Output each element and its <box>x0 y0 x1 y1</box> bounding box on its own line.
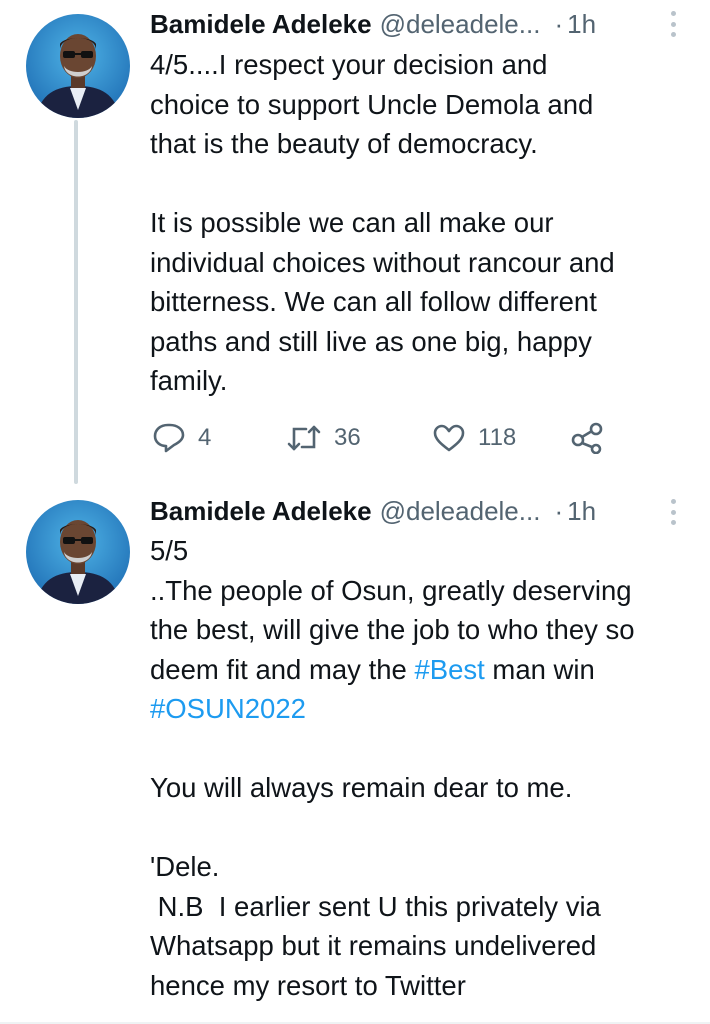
author-handle[interactable]: @deleadele... <box>380 496 541 527</box>
author-handle[interactable]: @deleadele... <box>380 9 541 40</box>
tweet-timestamp[interactable]: 1h <box>567 9 596 40</box>
text-line: family. <box>150 365 228 396</box>
text-line: ..The people of Osun, greatly deserving <box>150 574 632 606</box>
tweet-actions: 4 36 118 <box>150 418 630 458</box>
tweet-text: 5/5 ..The people of Osun, greatly deserv… <box>150 531 695 1005</box>
reply-icon <box>153 423 185 453</box>
tweet-header: Bamidele Adeleke @deleadele... · 1h <box>150 495 680 527</box>
tweet[interactable]: Bamidele Adeleke @deleadele... · 1h 4/5.… <box>0 0 710 484</box>
hashtag-link[interactable]: #Best <box>414 654 484 685</box>
tweet-text: 4/5....I respect your decision and choic… <box>150 45 695 401</box>
retweet-button[interactable]: 36 <box>286 418 361 458</box>
text-line <box>150 164 695 204</box>
text-line: hence my resort to Twitter <box>150 969 466 1001</box>
tweet[interactable]: Bamidele Adeleke @deleadele... · 1h 5/5 … <box>0 480 710 1024</box>
text-segment: deem fit and may the <box>150 653 415 685</box>
text-line: the best, will give the job to who they … <box>150 614 635 645</box>
text-line: #OSUN2022 <box>150 689 695 729</box>
more-icon[interactable] <box>670 499 676 525</box>
separator-dot: · <box>554 8 564 39</box>
reply-button[interactable]: 4 <box>152 418 211 458</box>
text-segment: man win <box>484 653 595 685</box>
text-line: You will always remain dear to me. <box>150 772 573 803</box>
tweet-timestamp[interactable]: 1h <box>567 496 596 527</box>
text-line: that is the beauty of democracy. <box>150 128 538 159</box>
author-name[interactable]: Bamidele Adeleke <box>150 9 372 40</box>
text-line: It is possible we can all make our <box>150 207 554 238</box>
retweet-icon <box>287 425 321 451</box>
retweet-count: 36 <box>334 424 361 451</box>
more-icon[interactable] <box>670 11 676 37</box>
reply-count: 4 <box>198 424 212 451</box>
separator-dot: · <box>554 495 564 526</box>
text-line: N.B I earlier sent U this privately via <box>150 890 601 922</box>
text-line: 4/5....I respect your decision and <box>150 49 548 80</box>
thread-connector-line <box>74 120 78 484</box>
hashtag-link[interactable]: #OSUN2022 <box>150 693 306 724</box>
text-line: Whatsapp but it remains undelivered <box>150 930 597 961</box>
like-count: 118 <box>478 424 517 451</box>
share-button[interactable] <box>570 418 604 458</box>
text-line: 'Dele. <box>150 851 220 882</box>
share-icon <box>571 422 603 454</box>
like-button[interactable]: 118 <box>432 418 516 458</box>
text-line: paths and still live as one big, happy <box>150 325 592 357</box>
text-line: deem fit and may the #Best man win <box>150 650 695 690</box>
author-name[interactable]: Bamidele Adeleke <box>150 496 372 527</box>
text-line: bitterness. We can all follow different <box>150 286 597 317</box>
text-line: choice to support Uncle Demola and <box>150 88 594 120</box>
like-icon <box>433 424 465 452</box>
text-line: individual choices without rancour and <box>150 246 615 278</box>
text-line: 5/5 <box>150 535 189 566</box>
avatar[interactable] <box>26 14 130 118</box>
avatar[interactable] <box>26 500 130 604</box>
tweet-header: Bamidele Adeleke @deleadele... · 1h <box>150 8 680 40</box>
